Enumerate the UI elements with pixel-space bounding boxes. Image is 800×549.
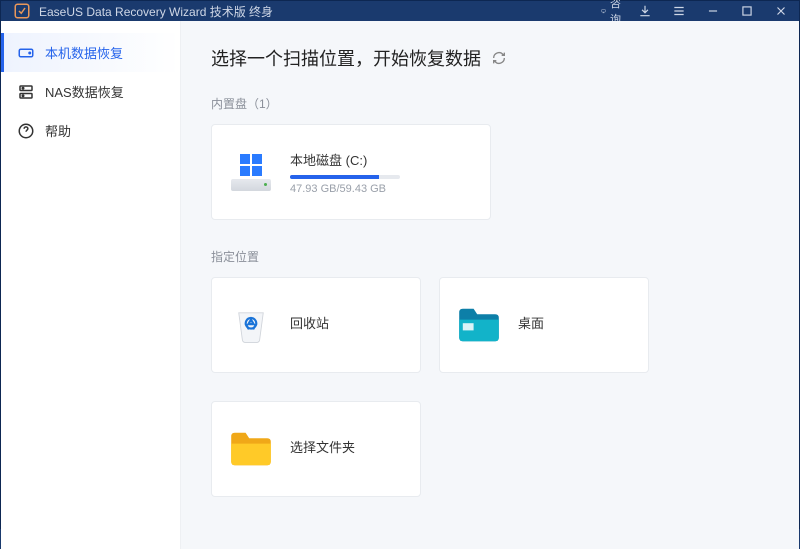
sidebar-item-local-recovery[interactable]: 本机数据恢复: [1, 33, 180, 72]
page-header: 选择一个扫描位置，开始恢复数据: [211, 45, 769, 71]
location-label: 回收站: [290, 313, 329, 332]
app-window: EaseUS Data Recovery Wizard 技术版 终身 咨询: [0, 0, 800, 529]
section-specified-label: 指定位置: [211, 248, 769, 265]
desktop-folder-icon: [456, 302, 502, 348]
sidebar-item-label: NAS数据恢复: [45, 82, 124, 101]
close-button[interactable]: [771, 1, 791, 21]
nas-icon: [17, 83, 35, 101]
drive-name: 本地磁盘 (C:): [290, 150, 474, 169]
recycle-bin-icon: [228, 302, 274, 348]
drive-card-c[interactable]: 本地磁盘 (C:) 47.93 GB/59.43 GB: [211, 124, 491, 220]
help-icon: [17, 122, 35, 140]
refresh-button[interactable]: [491, 50, 507, 66]
menu-icon[interactable]: [669, 1, 689, 21]
location-select-folder[interactable]: 选择文件夹: [211, 401, 421, 497]
drive-usage-fill: [290, 175, 379, 179]
page-title: 选择一个扫描位置，开始恢复数据: [211, 45, 481, 71]
specified-locations-row2: 选择文件夹: [211, 401, 769, 497]
local-disk-icon: [228, 149, 274, 195]
location-label: 选择文件夹: [290, 437, 355, 456]
minimize-button[interactable]: [703, 1, 723, 21]
location-label: 桌面: [518, 313, 544, 332]
sidebar-item-label: 帮助: [45, 121, 71, 140]
app-title: EaseUS Data Recovery Wizard 技术版 终身: [39, 3, 601, 20]
drive-card-body: 本地磁盘 (C:) 47.93 GB/59.43 GB: [290, 150, 474, 195]
location-desktop[interactable]: 桌面: [439, 277, 649, 373]
main-content: 选择一个扫描位置，开始恢复数据 内置盘（1） 本地磁盘 (C:): [181, 21, 799, 549]
sidebar: 本机数据恢复 NAS数据恢复 帮助: [1, 21, 181, 549]
specified-locations: 回收站 桌面: [211, 277, 769, 373]
folder-icon: [228, 426, 274, 472]
maximize-button[interactable]: [737, 1, 757, 21]
drive-usage-bar: [290, 175, 400, 179]
download-icon[interactable]: [635, 1, 655, 21]
app-logo-icon: [13, 2, 31, 20]
body: 本机数据恢复 NAS数据恢复 帮助 选择一个扫描位置，开始恢复数据: [1, 21, 799, 549]
drive-usage-text: 47.93 GB/59.43 GB: [290, 183, 474, 195]
sidebar-item-help[interactable]: 帮助: [1, 111, 180, 150]
section-internal-label: 内置盘（1）: [211, 95, 769, 112]
titlebar: EaseUS Data Recovery Wizard 技术版 终身 咨询: [1, 1, 799, 21]
titlebar-actions: 咨询: [601, 1, 791, 21]
sidebar-item-nas-recovery[interactable]: NAS数据恢复: [1, 72, 180, 111]
internal-drives: 本地磁盘 (C:) 47.93 GB/59.43 GB: [211, 124, 769, 220]
sidebar-item-label: 本机数据恢复: [45, 43, 123, 62]
location-recycle-bin[interactable]: 回收站: [211, 277, 421, 373]
drive-icon: [17, 44, 35, 62]
consult-button[interactable]: 咨询: [601, 1, 621, 21]
